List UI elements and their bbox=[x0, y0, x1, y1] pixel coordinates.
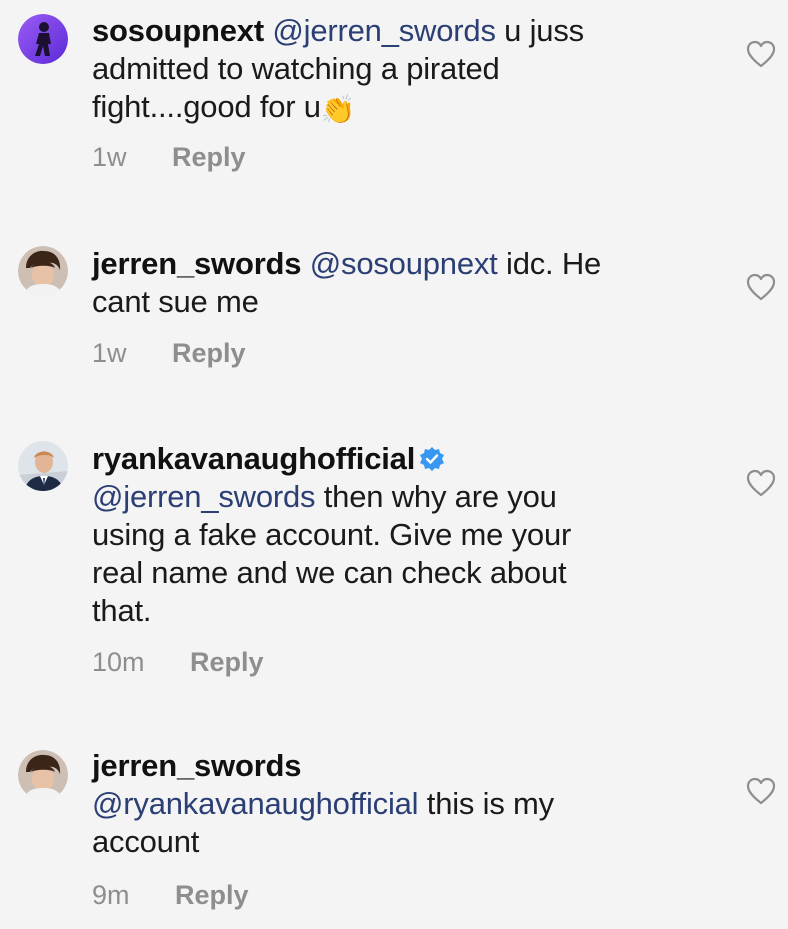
comment-mention[interactable]: @jerren_swords bbox=[272, 13, 496, 48]
comment-body: sosoupnext @jerren_swords u juss admitte… bbox=[92, 12, 692, 129]
comment-text: cant sue me bbox=[92, 284, 259, 319]
comment-body: ryankavanaughofficial @jerren_swords the… bbox=[92, 440, 692, 630]
clapping-hands-icon: 👏 bbox=[320, 94, 356, 125]
comment-text: account bbox=[92, 824, 200, 859]
comment-text: then why are you bbox=[315, 479, 557, 514]
comment-timestamp: 9m bbox=[92, 880, 130, 910]
comment-meta: 10m Reply bbox=[92, 647, 264, 678]
comment-text: using a fake account. Give me your bbox=[92, 517, 572, 552]
comment-text: u juss bbox=[495, 13, 584, 48]
comment-timestamp: 10m bbox=[92, 647, 145, 677]
avatar[interactable] bbox=[18, 441, 68, 491]
like-button[interactable] bbox=[746, 273, 776, 301]
verified-badge-icon bbox=[420, 447, 445, 471]
comment-text: idc. He bbox=[497, 246, 602, 281]
comment-mention[interactable]: @jerren_swords bbox=[92, 479, 316, 514]
curly-hair-person-icon bbox=[18, 246, 68, 296]
heart-outline-icon bbox=[746, 777, 776, 805]
comment-username[interactable]: ryankavanaughofficial bbox=[92, 441, 415, 476]
comment-mention[interactable]: @sosoupnext bbox=[310, 246, 498, 281]
like-button[interactable] bbox=[746, 40, 776, 68]
comment-meta: 9m Reply bbox=[92, 880, 249, 911]
heart-outline-icon bbox=[746, 469, 776, 497]
heart-outline-icon bbox=[746, 40, 776, 68]
avatar[interactable] bbox=[18, 14, 68, 64]
reply-button[interactable]: Reply bbox=[190, 647, 264, 677]
person-silhouette-icon bbox=[18, 14, 68, 64]
reply-button[interactable]: Reply bbox=[175, 880, 249, 910]
avatar[interactable] bbox=[18, 246, 68, 296]
comment-mention[interactable]: @ryankavanaughofficial bbox=[92, 786, 419, 821]
heart-outline-icon bbox=[746, 273, 776, 301]
curly-hair-person-icon bbox=[18, 750, 68, 800]
like-button[interactable] bbox=[746, 469, 776, 497]
comment-text: admitted to watching a pirated bbox=[92, 51, 500, 86]
avatar[interactable] bbox=[18, 750, 68, 800]
comment-timestamp: 1w bbox=[92, 142, 127, 172]
comment-text: real name and we can check about bbox=[92, 555, 567, 590]
comment-meta: 1w Reply bbox=[92, 142, 246, 173]
comment-meta: 1w Reply bbox=[92, 338, 246, 369]
comment-body: jerren_swords @sosoupnext idc. He cant s… bbox=[92, 245, 692, 321]
reply-button[interactable]: Reply bbox=[172, 338, 246, 368]
comment-username[interactable]: sosoupnext bbox=[92, 13, 264, 48]
comment-username[interactable]: jerren_swords bbox=[92, 748, 302, 783]
like-button[interactable] bbox=[746, 777, 776, 805]
comment-body: jerren_swords @ryankavanaughofficial thi… bbox=[92, 747, 692, 861]
reply-button[interactable]: Reply bbox=[172, 142, 246, 172]
comment-timestamp: 1w bbox=[92, 338, 127, 368]
comment-text: fight....good for u bbox=[92, 89, 321, 124]
man-in-suit-icon bbox=[18, 441, 68, 491]
comment-text: that. bbox=[92, 593, 152, 628]
comment-text: this is my bbox=[418, 786, 554, 821]
comment-username[interactable]: jerren_swords bbox=[92, 246, 302, 281]
